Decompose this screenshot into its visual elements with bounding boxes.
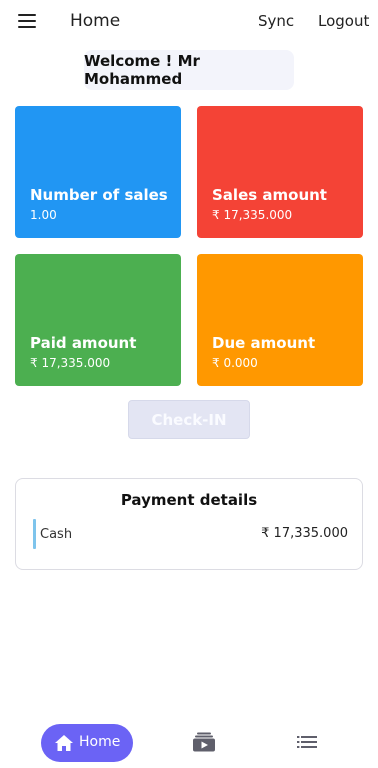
payment-details-title: Payment details [120, 491, 258, 509]
due-amount-card[interactable]: Due amount ₹ 0.000 [197, 254, 363, 386]
payment-row: Cash ₹ 17,335.000 [33, 519, 348, 549]
card-label: Paid amount [30, 334, 137, 352]
card-value: ₹ 0.000 [212, 356, 258, 370]
number-of-sales-card[interactable]: Number of sales 1.00 [15, 106, 181, 238]
payment-details-card: Payment details Cash ₹ 17,335.000 [15, 478, 363, 570]
page-title: Home [70, 11, 121, 31]
paid-amount-card[interactable]: Paid amount ₹ 17,335.000 [15, 254, 181, 386]
logout-button[interactable]: Logout [318, 12, 369, 30]
payment-row-indicator [33, 519, 36, 549]
payment-method: Cash [40, 527, 73, 542]
card-value: ₹ 17,335.000 [30, 356, 111, 370]
card-label: Due amount [212, 334, 316, 352]
nav-home-label: Home [79, 734, 121, 750]
nav-home-button[interactable]: Home [41, 724, 133, 762]
payment-amount: ₹ 17,335.000 [261, 526, 348, 541]
app-bar: Home Sync Logout [0, 0, 378, 44]
home-icon [55, 735, 73, 751]
card-label: Number of sales [30, 186, 168, 204]
sales-amount-card[interactable]: Sales amount ₹ 17,335.000 [197, 106, 363, 238]
card-value: 1.00 [30, 208, 57, 222]
card-label: Sales amount [212, 186, 327, 204]
card-value: ₹ 17,335.000 [212, 208, 293, 222]
welcome-banner: Welcome ! Mr Mohammed [84, 50, 294, 90]
list-icon[interactable] [297, 736, 317, 748]
hamburger-menu-icon[interactable] [18, 14, 36, 28]
sync-button[interactable]: Sync [258, 12, 294, 30]
bottom-navigation: Home [0, 718, 378, 768]
media-library-icon[interactable] [193, 732, 215, 752]
check-in-button[interactable]: Check-IN [128, 400, 250, 439]
